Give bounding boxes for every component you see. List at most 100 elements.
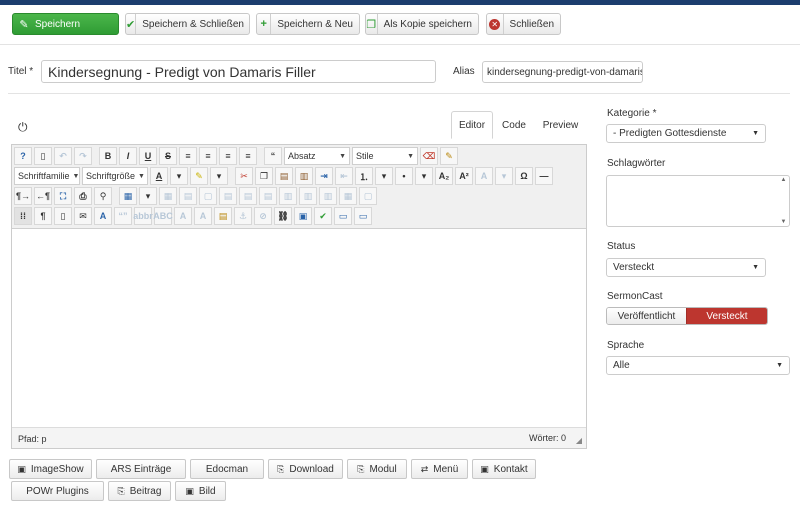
font-size-select[interactable]: Schriftgröße ▼ bbox=[82, 167, 148, 185]
save-new-button[interactable]: + Speichern & Neu bbox=[256, 13, 360, 35]
superscript-icon[interactable]: A² bbox=[455, 167, 473, 185]
tab-editor[interactable]: Editor bbox=[451, 111, 493, 139]
help-icon[interactable]: ? bbox=[14, 147, 32, 165]
ars-eintraege-button[interactable]: ARS Einträge bbox=[96, 459, 186, 479]
font-size-dropdown-icon[interactable]: ▾ bbox=[495, 167, 513, 185]
deletion-icon[interactable]: A bbox=[174, 207, 192, 225]
download-button[interactable]: ⎘ Download bbox=[268, 459, 343, 479]
search-icon[interactable]: ⚲ bbox=[94, 187, 112, 205]
font-family-select[interactable]: Schriftfamilie ▼ bbox=[14, 167, 80, 185]
bold-icon[interactable]: B bbox=[99, 147, 117, 165]
blockquote-icon[interactable]: “ bbox=[264, 147, 282, 165]
text-color-dropdown-icon[interactable]: ▾ bbox=[170, 167, 188, 185]
print-icon[interactable]: ⎙ bbox=[74, 187, 92, 205]
subscript-icon[interactable]: A₂ bbox=[435, 167, 453, 185]
save-close-button[interactable]: ✔ Speichern & Schließen bbox=[125, 13, 250, 35]
show-blocks-icon[interactable]: ¶ bbox=[34, 207, 52, 225]
sermoncast-hidden-option[interactable]: Versteckt bbox=[686, 308, 767, 324]
category-select[interactable]: - Predigten Gottesdienste ▼ bbox=[606, 124, 766, 143]
paste-icon[interactable]: ▤ bbox=[275, 167, 293, 185]
align-justify-icon[interactable]: ≡ bbox=[239, 147, 257, 165]
italic-icon[interactable]: I bbox=[119, 147, 137, 165]
anchor-icon[interactable]: ⚓ bbox=[234, 207, 252, 225]
table-insert-row-after-icon[interactable]: ▤ bbox=[239, 187, 257, 205]
kontakt-button[interactable]: ▣ Kontakt bbox=[472, 459, 536, 479]
table-cell-props-icon[interactable]: ▢ bbox=[199, 187, 217, 205]
resize-handle-icon[interactable]: ◢ bbox=[576, 436, 582, 445]
language-select[interactable]: Alle ▼ bbox=[606, 356, 790, 375]
spellcheck-icon[interactable]: ✔ bbox=[314, 207, 332, 225]
cite-icon[interactable]: “” bbox=[114, 207, 132, 225]
visual-aid-icon[interactable]: ⁞⁞ bbox=[14, 207, 32, 225]
tab-preview[interactable]: Preview bbox=[537, 111, 584, 139]
horizontal-rule-icon[interactable]: — bbox=[535, 167, 553, 185]
unlink-icon[interactable]: ⊘ bbox=[254, 207, 272, 225]
save-copy-button[interactable]: ❐ Als Kopie speichern bbox=[365, 13, 479, 35]
style-select[interactable]: Stile ▼ bbox=[352, 147, 418, 165]
paste-text-icon[interactable]: ▥ bbox=[295, 167, 313, 185]
table-row-props-icon[interactable]: ▤ bbox=[179, 187, 197, 205]
sermoncast-published-option[interactable]: Veröffentlicht bbox=[607, 308, 686, 324]
rtl-icon[interactable]: ←¶ bbox=[34, 187, 52, 205]
special-character-icon[interactable]: Ω bbox=[515, 167, 533, 185]
status-select[interactable]: Versteckt ▼ bbox=[606, 258, 766, 277]
outdent-icon[interactable]: ⇤ bbox=[335, 167, 353, 185]
table-insert-col-before-icon[interactable]: ▥ bbox=[279, 187, 297, 205]
copy-icon[interactable]: ❐ bbox=[255, 167, 273, 185]
save-button[interactable]: ✎ Speichern bbox=[12, 13, 119, 35]
attributes-icon[interactable]: ▤ bbox=[214, 207, 232, 225]
ordered-list-icon[interactable]: ⒈ bbox=[355, 167, 373, 185]
table-delete-icon[interactable]: ▦ bbox=[159, 187, 177, 205]
table-insert-row-before-icon[interactable]: ▤ bbox=[219, 187, 237, 205]
template-icon[interactable]: ▯ bbox=[54, 207, 72, 225]
fullscreen-icon[interactable]: ⛶ bbox=[54, 187, 72, 205]
strikethrough-icon[interactable]: S bbox=[159, 147, 177, 165]
table-merge-cells-icon[interactable]: ▢ bbox=[359, 187, 377, 205]
indent-icon[interactable]: ⇥ bbox=[315, 167, 333, 185]
cleanup-brush-icon[interactable]: ✎ bbox=[440, 147, 458, 165]
readmore-icon[interactable]: ▭ bbox=[354, 207, 372, 225]
powr-plugins-button[interactable]: POWr Plugins bbox=[11, 481, 104, 501]
edocman-button[interactable]: Edocman bbox=[190, 459, 264, 479]
acronym-icon[interactable]: ABC bbox=[153, 207, 173, 225]
table-dropdown-icon[interactable]: ▾ bbox=[139, 187, 157, 205]
image-icon[interactable]: ▣ bbox=[294, 207, 312, 225]
table-delete-row-icon[interactable]: ▤ bbox=[259, 187, 277, 205]
email-icon[interactable]: ✉ bbox=[74, 207, 92, 225]
modul-button[interactable]: ⎘ Modul bbox=[347, 459, 407, 479]
bullet-list-dropdown-icon[interactable]: ▾ bbox=[415, 167, 433, 185]
bullet-list-icon[interactable]: • bbox=[395, 167, 413, 185]
tags-input[interactable]: ▲ ▼ bbox=[606, 175, 790, 227]
highlight-icon[interactable]: ✎ bbox=[190, 167, 208, 185]
scroll-down-icon[interactable]: ▼ bbox=[781, 219, 787, 225]
link-icon[interactable]: ⛓ bbox=[274, 207, 292, 225]
redo-icon[interactable]: ↷ bbox=[74, 147, 92, 165]
new-document-icon[interactable]: ▯ bbox=[34, 147, 52, 165]
align-center-icon[interactable]: ≡ bbox=[199, 147, 217, 165]
table-icon[interactable]: ▦ bbox=[119, 187, 137, 205]
highlight-dropdown-icon[interactable]: ▾ bbox=[210, 167, 228, 185]
alias-input[interactable]: kindersegnung-predigt-von-damaris bbox=[482, 61, 643, 83]
close-button[interactable]: ✕ Schließen bbox=[486, 13, 561, 35]
underline-icon[interactable]: U bbox=[139, 147, 157, 165]
menu-button[interactable]: ⇄ Menü bbox=[411, 459, 468, 479]
imageshow-button[interactable]: ▣ ImageShow bbox=[9, 459, 92, 479]
beitrag-button[interactable]: ⎘ Beitrag bbox=[108, 481, 171, 501]
table-delete-col-icon[interactable]: ▥ bbox=[319, 187, 337, 205]
editor-content-area[interactable] bbox=[12, 230, 586, 426]
table-insert-col-after-icon[interactable]: ▥ bbox=[299, 187, 317, 205]
cut-icon[interactable]: ✂ bbox=[235, 167, 253, 185]
toggle-editor-power-icon[interactable]: ⏻ bbox=[18, 120, 28, 135]
title-input[interactable]: Kindersegnung - Predigt von Damaris Fill… bbox=[41, 60, 436, 83]
format-select[interactable]: Absatz ▼ bbox=[284, 147, 350, 165]
abbr-icon[interactable]: abbr bbox=[133, 207, 153, 225]
undo-icon[interactable]: ↶ bbox=[54, 147, 72, 165]
font-style-icon[interactable]: A bbox=[94, 207, 112, 225]
ltr-icon[interactable]: ¶→ bbox=[14, 187, 32, 205]
bild-button[interactable]: ▣ Bild bbox=[175, 481, 226, 501]
ordered-list-dropdown-icon[interactable]: ▾ bbox=[375, 167, 393, 185]
scroll-up-icon[interactable]: ▲ bbox=[781, 177, 787, 183]
pagebreak-icon[interactable]: ▭ bbox=[334, 207, 352, 225]
insertion-icon[interactable]: A bbox=[194, 207, 212, 225]
eraser-icon[interactable]: ⌫ bbox=[420, 147, 438, 165]
